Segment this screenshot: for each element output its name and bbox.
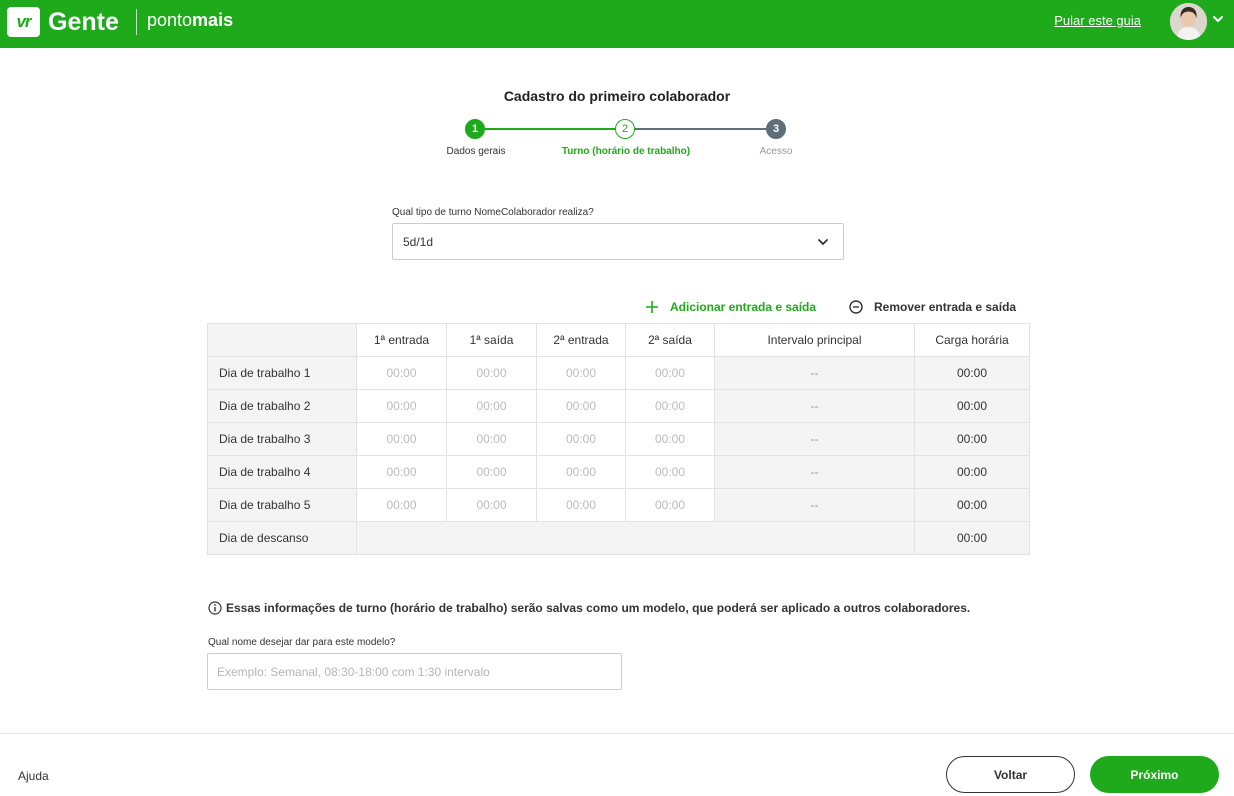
time-input[interactable]: 00:00 xyxy=(356,389,447,423)
time-input[interactable]: 00:00 xyxy=(625,455,715,489)
shift-table: 1ª entrada 1ª saída 2ª entrada 2ª saída … xyxy=(207,323,1030,555)
step-connector-1 xyxy=(485,128,616,130)
model-name-input[interactable] xyxy=(207,653,622,690)
step-connector-2 xyxy=(635,128,767,130)
workload-value: 00:00 xyxy=(914,356,1030,390)
row-label: Dia de trabalho 5 xyxy=(207,488,357,522)
help-link[interactable]: Ajuda xyxy=(18,768,49,784)
row-label: Dia de trabalho 1 xyxy=(207,356,357,390)
time-input[interactable]: 00:00 xyxy=(625,488,715,522)
logo-mark: vr xyxy=(16,12,31,31)
time-input[interactable]: 00:00 xyxy=(536,422,626,456)
header-corner xyxy=(207,323,357,357)
time-input[interactable]: 00:00 xyxy=(446,389,537,423)
step-2-indicator: 2 xyxy=(615,119,635,139)
minus-circle-icon xyxy=(849,300,863,314)
shift-type-value: 5d/1d xyxy=(403,235,434,249)
vr-logo-icon: vr xyxy=(7,7,40,37)
time-input[interactable]: 00:00 xyxy=(625,389,715,423)
time-input[interactable]: 00:00 xyxy=(446,455,537,489)
table-row: Dia de trabalho 3 00:00 00:00 00:00 00:0… xyxy=(207,422,1030,456)
table-row: Dia de trabalho 2 00:00 00:00 00:00 00:0… xyxy=(207,389,1030,423)
interval-value: -- xyxy=(714,356,915,390)
header-second-exit: 2ª saída xyxy=(625,323,715,357)
header-first-exit: 1ª saída xyxy=(446,323,537,357)
header-workload: Carga horária xyxy=(914,323,1030,357)
skip-guide-link[interactable]: Pular este guia xyxy=(1054,12,1141,30)
rest-day-empty-span xyxy=(356,521,915,555)
back-button[interactable]: Voltar xyxy=(946,756,1075,793)
time-input[interactable]: 00:00 xyxy=(356,455,447,489)
shift-type-select[interactable]: 5d/1d xyxy=(392,223,844,260)
top-bar: vr Gente pontomais Pular este guia xyxy=(0,0,1234,48)
product-name: pontomais xyxy=(147,8,233,32)
footer-divider xyxy=(0,733,1234,734)
table-row: Dia de trabalho 4 00:00 00:00 00:00 00:0… xyxy=(207,455,1030,489)
header-second-entry: 2ª entrada xyxy=(536,323,626,357)
chevron-down-icon[interactable] xyxy=(1211,12,1225,26)
row-label: Dia de trabalho 4 xyxy=(207,455,357,489)
shift-type-label: Qual tipo de turno NomeColaborador reali… xyxy=(392,207,594,218)
workload-value: 00:00 xyxy=(914,521,1030,555)
interval-value: -- xyxy=(714,389,915,423)
add-entry-exit-label: Adicionar entrada e saída xyxy=(670,300,817,314)
time-input[interactable]: 00:00 xyxy=(356,356,447,390)
time-input[interactable]: 00:00 xyxy=(356,422,447,456)
time-input[interactable]: 00:00 xyxy=(446,488,537,522)
next-button[interactable]: Próximo xyxy=(1090,756,1219,793)
time-input[interactable]: 00:00 xyxy=(536,488,626,522)
time-input[interactable]: 00:00 xyxy=(446,422,537,456)
row-label: Dia de descanso xyxy=(207,521,357,555)
workload-value: 00:00 xyxy=(914,422,1030,456)
row-label: Dia de trabalho 3 xyxy=(207,422,357,456)
interval-value: -- xyxy=(714,455,915,489)
template-info-text: Essas informações de turno (horário de t… xyxy=(226,601,971,615)
step-3-label: Acesso xyxy=(759,146,793,157)
model-name-label: Qual nome desejar dar para este modelo? xyxy=(208,637,396,648)
wizard-title: Cadastro do primeiro colaborador xyxy=(503,88,731,104)
remove-entry-exit-label: Remover entrada e saída xyxy=(874,300,1017,314)
step-3-indicator: 3 xyxy=(766,119,786,139)
table-row: Dia de trabalho 1 00:00 00:00 00:00 00:0… xyxy=(207,356,1030,390)
product-prefix: ponto xyxy=(147,10,193,30)
header-first-entry: 1ª entrada xyxy=(356,323,447,357)
time-input[interactable]: 00:00 xyxy=(536,455,626,489)
workload-value: 00:00 xyxy=(914,488,1030,522)
workload-value: 00:00 xyxy=(914,455,1030,489)
interval-value: -- xyxy=(714,422,915,456)
time-input[interactable]: 00:00 xyxy=(446,356,537,390)
time-input[interactable]: 00:00 xyxy=(536,389,626,423)
time-input[interactable]: 00:00 xyxy=(625,422,715,456)
time-input[interactable]: 00:00 xyxy=(625,356,715,390)
interval-value: -- xyxy=(714,488,915,522)
avatar-icon xyxy=(1170,3,1207,40)
brand-divider xyxy=(136,9,137,35)
info-icon xyxy=(208,601,222,615)
chevron-down-icon xyxy=(818,239,828,246)
user-avatar[interactable] xyxy=(1170,3,1207,40)
table-header-row: 1ª entrada 1ª saída 2ª entrada 2ª saída … xyxy=(207,323,1030,357)
header-main-interval: Intervalo principal xyxy=(714,323,915,357)
time-input[interactable]: 00:00 xyxy=(536,356,626,390)
time-input[interactable]: 00:00 xyxy=(356,488,447,522)
step-1-indicator: 1 xyxy=(465,119,485,139)
product-suffix: mais xyxy=(192,10,234,30)
plus-icon xyxy=(646,301,658,313)
table-row-rest-day: Dia de descanso 00:00 xyxy=(207,521,1030,555)
workload-value: 00:00 xyxy=(914,389,1030,423)
row-label: Dia de trabalho 2 xyxy=(207,389,357,423)
table-row: Dia de trabalho 5 00:00 00:00 00:00 00:0… xyxy=(207,488,1030,522)
brand-name: Gente xyxy=(48,8,119,36)
